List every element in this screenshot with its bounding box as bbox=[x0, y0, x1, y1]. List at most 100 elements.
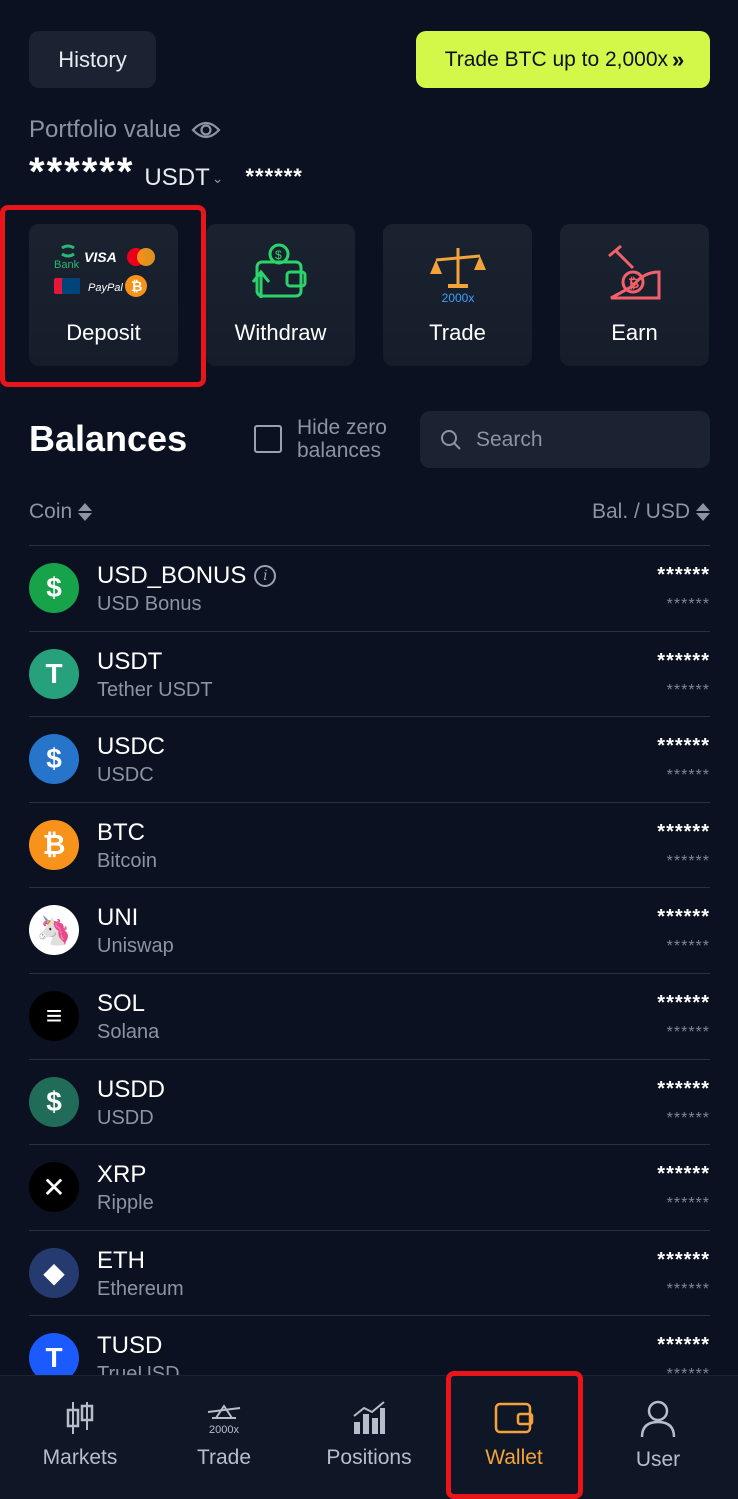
coin-symbol-text: XRP bbox=[97, 1161, 147, 1189]
nav-trade[interactable]: 2000x Trade bbox=[150, 1376, 298, 1499]
coin-row-tusd[interactable]: T TUSD TrueUSD ****** ****** bbox=[29, 1315, 710, 1375]
svg-text:$: $ bbox=[275, 248, 282, 262]
nav-user-label: User bbox=[635, 1448, 681, 1471]
search-input[interactable]: Search bbox=[420, 411, 710, 468]
coin-symbol: USDT bbox=[97, 648, 162, 676]
eye-icon[interactable] bbox=[191, 120, 221, 140]
coin-usd-value: ****** bbox=[666, 596, 710, 613]
coin-symbol-text: USD_BONUS bbox=[97, 562, 247, 589]
mining-bitcoin-icon: ₿ bbox=[607, 244, 660, 300]
coin-balance: ****** bbox=[657, 1248, 710, 1271]
eth-coin-icon: ◆ bbox=[29, 1247, 79, 1298]
coin-row-usd_bonus[interactable]: $ USD_BONUS i USD Bonus ****** ****** bbox=[29, 545, 710, 631]
scale-2000x-icon: 2000x bbox=[429, 248, 486, 305]
coin-usd-value: ****** bbox=[666, 1023, 710, 1041]
coin-name: Uniswap bbox=[97, 935, 174, 958]
coin-usd-value: ****** bbox=[666, 938, 710, 956]
hide-zero-balances-toggle[interactable]: Hide zero balances bbox=[254, 416, 407, 462]
coin-row-usdt[interactable]: T USDT Tether USDT ****** ****** bbox=[29, 630, 710, 717]
checkbox[interactable] bbox=[254, 425, 282, 453]
nav-user[interactable]: User bbox=[584, 1376, 732, 1499]
coin-row-usdd[interactable]: $ USDD USDD ****** ****** bbox=[29, 1058, 710, 1145]
wallet-money-icon: $ bbox=[251, 243, 306, 298]
svg-text:2000x: 2000x bbox=[441, 291, 474, 305]
portfolio-value: ****** bbox=[29, 150, 135, 194]
portfolio-label-text: Portfolio value bbox=[29, 116, 182, 143]
coin-name: USDD bbox=[97, 1106, 154, 1129]
coin-symbol-text: USDT bbox=[97, 647, 163, 675]
coin-row-sol[interactable]: ≡ SOL Solana ****** ****** bbox=[29, 972, 710, 1059]
sort-icon bbox=[696, 503, 710, 521]
coin-symbol: USDC bbox=[97, 733, 165, 761]
user-icon bbox=[640, 1400, 676, 1438]
coin-name: Solana bbox=[97, 1020, 160, 1043]
nav-markets[interactable]: Markets bbox=[6, 1376, 154, 1499]
coin-header-label: Coin bbox=[29, 500, 73, 523]
coin-symbol: USDD bbox=[97, 1076, 165, 1104]
coin-balance: ****** bbox=[657, 735, 710, 758]
deposit-highlight-box bbox=[0, 205, 206, 387]
nav-positions[interactable]: Positions bbox=[295, 1376, 443, 1499]
search-placeholder: Search bbox=[476, 427, 543, 451]
coin-balance: ****** bbox=[657, 1163, 710, 1186]
balance-column-header[interactable]: Bal. / USD bbox=[592, 500, 710, 524]
coin-symbol-text: ETH bbox=[97, 1246, 145, 1274]
coin-balance: ****** bbox=[657, 1077, 710, 1100]
svg-text:2000x: 2000x bbox=[209, 1424, 239, 1436]
coin-name: Ripple bbox=[97, 1192, 154, 1215]
coin-usd-value: ****** bbox=[666, 767, 710, 785]
coin-balance: ****** bbox=[657, 564, 710, 586]
coin-symbol-text: SOL bbox=[97, 989, 146, 1017]
coin-balance: ****** bbox=[657, 991, 710, 1014]
coin-name: TrueUSD bbox=[97, 1363, 180, 1375]
history-button[interactable]: History bbox=[29, 31, 156, 88]
coin-usd-value: ****** bbox=[666, 681, 710, 699]
trade-btc-promo-button[interactable]: Trade BTC up to 2,000x » bbox=[416, 31, 710, 88]
coin-symbol-text: BTC bbox=[97, 818, 145, 846]
coin-symbol: TUSD bbox=[97, 1332, 162, 1360]
coin-row-usdc[interactable]: $ USDC USDC ****** ****** bbox=[29, 716, 710, 802]
uni-coin-icon: 🦄 bbox=[29, 905, 79, 956]
tusd-coin-icon: T bbox=[29, 1333, 79, 1375]
info-icon[interactable]: i bbox=[254, 565, 277, 587]
nav-positions-label: Positions bbox=[326, 1446, 412, 1469]
coin-balance: ****** bbox=[657, 906, 710, 929]
coin-row-eth[interactable]: ◆ ETH Ethereum ****** ****** bbox=[29, 1229, 710, 1316]
withdraw-label: Withdraw bbox=[234, 320, 327, 345]
coin-usd-value: ****** bbox=[666, 852, 710, 870]
double-chevron-right-icon: » bbox=[672, 46, 684, 72]
candlestick-icon bbox=[66, 1402, 94, 1434]
balances-title: Balances bbox=[29, 418, 188, 459]
sort-icon bbox=[78, 503, 93, 521]
coin-row-btc[interactable]: ₿ BTC Bitcoin ****** ****** bbox=[29, 801, 710, 888]
coin-list: $ USD_BONUS i USD Bonus ****** ****** T USDT Tet… bbox=[29, 545, 710, 1375]
coin-name: Tether USDT bbox=[97, 678, 213, 701]
portfolio-secondary-value: ****** bbox=[245, 164, 303, 189]
earn-label: Earn bbox=[611, 320, 658, 345]
coin-balance: ****** bbox=[657, 1334, 710, 1357]
coin-symbol-text: USDC bbox=[97, 733, 166, 761]
usdd-coin-icon: $ bbox=[29, 1076, 79, 1127]
wallet-highlight-box bbox=[446, 1371, 583, 1499]
earn-tile[interactable]: ₿ Earn bbox=[560, 224, 709, 366]
coin-row-uni[interactable]: 🦄 UNI Uniswap ****** ****** bbox=[29, 887, 710, 973]
trade-tile[interactable]: 2000x Trade bbox=[383, 224, 532, 366]
withdraw-tile[interactable]: $ Withdraw bbox=[206, 224, 355, 366]
nav-trade-label: Trade bbox=[196, 1446, 252, 1469]
currency-selector[interactable]: USDT ⌄ bbox=[144, 164, 223, 192]
sol-coin-icon: ≡ bbox=[29, 990, 79, 1041]
bottom-navigation: Markets 2000x Trade Positions Wallet Use… bbox=[0, 1375, 738, 1499]
coin-row-xrp[interactable]: ✕ XRP Ripple ****** ****** bbox=[29, 1144, 710, 1230]
bar-chart-icon bbox=[353, 1401, 385, 1434]
xrp-coin-icon: ✕ bbox=[29, 1162, 79, 1213]
svg-text:₿: ₿ bbox=[628, 275, 639, 291]
coin-symbol: SOL bbox=[97, 990, 145, 1018]
usdc-coin-icon: $ bbox=[29, 734, 79, 785]
coin-name: Bitcoin bbox=[97, 849, 158, 872]
search-icon bbox=[441, 429, 461, 450]
coin-usd-value: ****** bbox=[666, 1195, 710, 1213]
coin-symbol: UNI bbox=[97, 904, 138, 932]
coin-usd-value: ****** bbox=[666, 1109, 710, 1127]
coin-column-header[interactable]: Coin bbox=[29, 500, 93, 524]
coin-symbol: ETH bbox=[97, 1247, 145, 1275]
